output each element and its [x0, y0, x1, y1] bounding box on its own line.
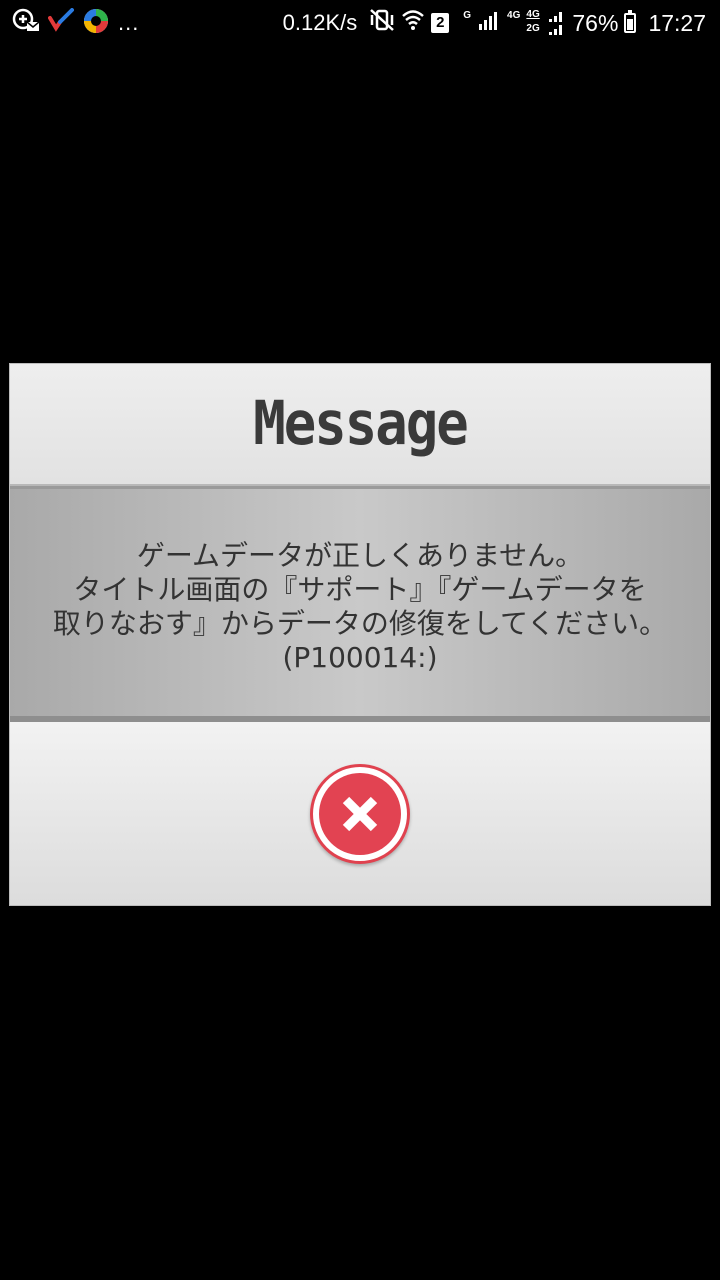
dialog-body: ゲームデータが正しくありません。 タイトル画面の『サポート』『ゲームデータを 取…	[10, 486, 710, 722]
vpn-mail-icon	[12, 7, 40, 40]
signal-strength-icon-1	[477, 9, 501, 37]
dialog-title: Message	[253, 388, 469, 459]
battery-icon	[624, 10, 637, 33]
close-button-face[interactable]	[319, 773, 401, 855]
dialog-footer	[10, 722, 710, 905]
network-speed: 0.12K/s	[282, 10, 358, 35]
clock: 17:27	[648, 9, 706, 36]
dual-signal-icon: 4G 2G	[526, 9, 566, 37]
more-notifications: ...	[118, 10, 140, 35]
colorful-app-icon	[82, 7, 110, 40]
system-indicators: 0.12K/s 2 G 4G 4G 2G 76% 17:27	[283, 6, 706, 40]
close-x-icon[interactable]	[319, 773, 401, 855]
dialog-message: ゲームデータが正しくありません。 タイトル画面の『サポート』『ゲームデータを 取…	[52, 539, 668, 674]
error-dialog: Message ゲームデータが正しくありません。 タイトル画面の『サポート』『ゲ…	[9, 363, 711, 906]
notification-icons: ...	[12, 7, 140, 40]
close-button[interactable]	[310, 764, 410, 864]
status-bar: ... 0.12K/s 2 G 4G 4G 2G 76% 17:27	[0, 0, 720, 46]
dialog-header: Message	[10, 364, 710, 486]
screen: ... 0.12K/s 2 G 4G 4G 2G 76% 17:27 Messa…	[0, 0, 720, 1280]
network-type-4g: 4G	[507, 10, 521, 21]
battery-level-fill	[627, 19, 634, 30]
network-type-g: G	[463, 10, 472, 21]
network-type-2g: 2G	[526, 23, 540, 34]
checkmark-app-icon	[48, 7, 74, 39]
sim-slot-badge: 2	[431, 13, 450, 33]
network-type-4g-top: 4G	[526, 9, 540, 20]
wifi-icon	[401, 9, 425, 37]
battery-percent: 76%	[572, 9, 619, 36]
vibrate-mute-icon	[369, 8, 395, 38]
